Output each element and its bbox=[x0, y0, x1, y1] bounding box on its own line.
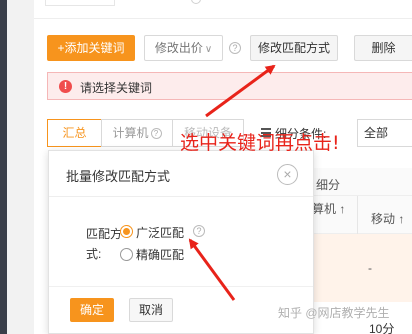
edit-match-type-button[interactable]: 修改匹配方式 bbox=[250, 35, 338, 61]
watermark: 知乎 @网店教学先生 bbox=[278, 306, 390, 320]
table-cell: 10分 bbox=[369, 322, 395, 334]
close-icon[interactable]: × bbox=[277, 164, 298, 185]
option-exact-match-label[interactable]: 精确匹配 bbox=[136, 246, 184, 263]
divider bbox=[49, 286, 313, 287]
alert-message: 请选择关键词 bbox=[80, 81, 153, 95]
option-broad-match-label[interactable]: 广泛匹配 bbox=[136, 224, 184, 241]
tab-pc-label: 计算机 bbox=[112, 126, 149, 140]
edit-bid-label: 修改出价 bbox=[154, 41, 203, 55]
table-row bbox=[298, 234, 412, 302]
error-alert: ! 请选择关键词 bbox=[47, 72, 412, 100]
add-keyword-button[interactable]: +添加关键词 bbox=[47, 35, 135, 61]
modal-title: 批量修改匹配方式 bbox=[66, 169, 171, 184]
tab-all[interactable]: 汇总 bbox=[47, 119, 102, 147]
error-icon: ! bbox=[59, 80, 72, 93]
annotation-text: 选中关键词再点击! bbox=[180, 132, 340, 154]
tab-pc[interactable]: 计算机? bbox=[101, 119, 173, 147]
radio-broad-match[interactable] bbox=[120, 225, 133, 238]
chevron-down-icon: ∨ bbox=[204, 44, 213, 55]
filter-select[interactable]: 全部 bbox=[357, 119, 412, 147]
delete-button[interactable]: 删除 bbox=[354, 35, 412, 61]
cancel-button[interactable]: 取消 bbox=[129, 298, 173, 322]
faint-help-icon bbox=[191, 0, 201, 4]
divider bbox=[34, 18, 412, 19]
edit-bid-dropdown[interactable]: 修改出价 ∨ bbox=[144, 35, 223, 61]
confirm-button[interactable]: 确定 bbox=[70, 298, 114, 322]
radio-exact-match[interactable] bbox=[120, 248, 133, 261]
top-faint-controls bbox=[45, 0, 245, 8]
match-type-label: 匹配方式: bbox=[86, 227, 123, 261]
column-divider bbox=[357, 196, 358, 234]
divider bbox=[49, 196, 313, 197]
table-cell: - bbox=[368, 261, 372, 275]
faint-input bbox=[45, 0, 115, 6]
help-icon[interactable]: ? bbox=[193, 225, 205, 237]
column-header-mobile[interactable]: 移动 ↑ bbox=[371, 210, 404, 227]
help-icon[interactable]: ? bbox=[229, 42, 241, 54]
group-header-label: 细分 bbox=[316, 178, 341, 192]
help-icon: ? bbox=[150, 128, 162, 140]
left-nav-strip bbox=[0, 0, 7, 334]
